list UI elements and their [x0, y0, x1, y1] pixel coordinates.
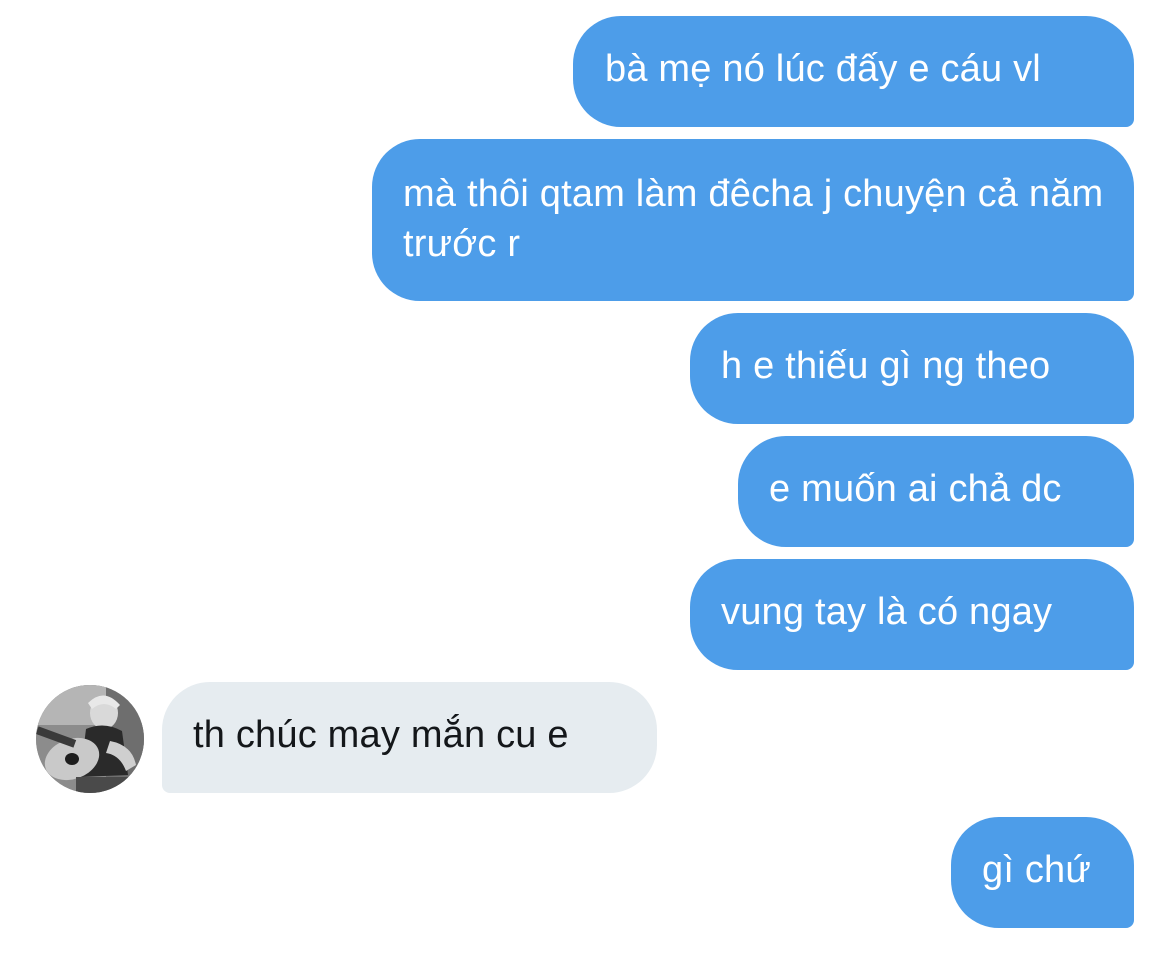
outgoing-message[interactable]: gì chứ — [951, 817, 1134, 928]
avatar-photo-icon — [36, 685, 144, 793]
outgoing-message[interactable]: vung tay là có ngay — [690, 559, 1134, 670]
outgoing-message[interactable]: e muốn ai chả dc — [738, 436, 1134, 547]
avatar[interactable] — [36, 685, 144, 793]
outgoing-message[interactable]: mà thôi qtam làm đêcha j chuyện cả năm t… — [372, 139, 1134, 301]
outgoing-message[interactable]: bà mẹ nó lúc đấy e cáu vl — [573, 16, 1134, 127]
outgoing-message[interactable]: h e thiếu gì ng theo — [690, 313, 1134, 424]
incoming-message[interactable]: th chúc may mắn cu e — [162, 682, 657, 793]
